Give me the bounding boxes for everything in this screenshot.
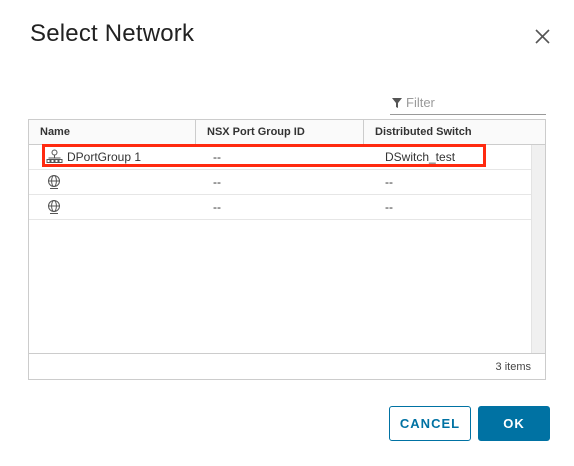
filter-icon [391,96,403,108]
row-distributed-switch: DSwitch_test [385,150,456,164]
row-distributed-switch: -- [385,175,393,189]
filter-field [390,92,546,115]
dialog-title: Select Network [30,20,195,47]
row-nsx-id: -- [213,200,221,214]
network-grid: Name NSX Port Group ID Distributed Switc… [28,119,546,380]
item-count: 3 items [495,361,531,373]
close-icon[interactable] [530,24,554,48]
row-nsx-id: -- [213,150,221,164]
column-header-distributed-switch[interactable]: Distributed Switch [363,120,533,144]
column-header-name[interactable]: Name [29,120,195,144]
row-name: DPortGroup 1 [67,150,142,164]
filter-input[interactable] [406,92,542,112]
table-row[interactable]: -- -- [29,195,531,220]
network-icon [46,174,63,190]
column-header-nsx-port-group-id[interactable]: NSX Port Group ID [195,120,363,144]
grid-header: Name NSX Port Group ID Distributed Switc… [29,120,545,145]
row-name [67,195,187,219]
table-row[interactable]: DPortGroup 1 -- DSwitch_test [29,145,531,170]
cancel-button[interactable]: CANCEL [389,406,471,441]
row-nsx-id: -- [213,175,221,189]
row-distributed-switch: -- [385,200,393,214]
table-row[interactable]: -- -- [29,170,531,195]
grid-body: DPortGroup 1 -- DSwitch_test -- -- -- -- [29,145,531,353]
grid-footer: 3 items [29,353,545,379]
vertical-scrollbar[interactable] [531,145,545,353]
network-icon [46,199,63,215]
ok-button[interactable]: OK [478,406,550,441]
row-name [67,170,187,194]
select-network-dialog: Select Network Name NSX Port Group ID Di… [0,0,574,466]
distributed-portgroup-icon [46,149,63,165]
